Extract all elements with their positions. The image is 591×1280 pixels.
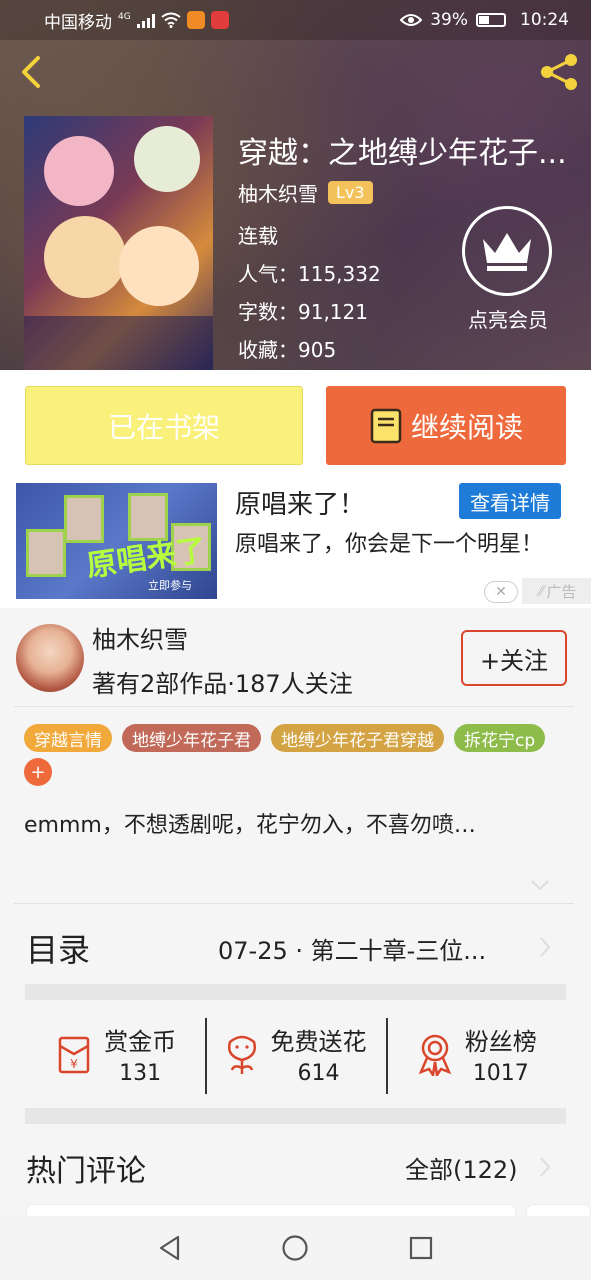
stat-value: 131 [119, 1061, 162, 1086]
add-tag-button[interactable]: + [24, 758, 52, 786]
tag-list: 穿越言情 地缚少年花子君 地缚少年花子君穿越 拆花宁cp + [24, 724, 564, 786]
stats-row: ¥ 赏金币 131 免费送花 614 粉丝榜 1017 [25, 1014, 566, 1094]
action-bar: 已在书架 继续阅读 [0, 370, 591, 478]
nav-recents-icon[interactable] [407, 1234, 435, 1262]
chevron-down-icon[interactable] [530, 878, 550, 892]
divider [14, 706, 574, 707]
wifi-icon [161, 12, 181, 28]
stat-label: 免费送花 [270, 1028, 367, 1056]
hot-comments-header: 热门评论 全部(122) [0, 1140, 591, 1200]
in-shelf-label: 已在书架 [107, 410, 220, 444]
ad-title: 原唱来了！ [235, 490, 366, 520]
author-stats: 著有2部作品·187人关注 [92, 670, 353, 698]
book-word-count: 字数：91,121 [238, 300, 368, 324]
hot-comments-title: 热门评论 [26, 1154, 146, 1189]
ad-image[interactable]: 原唱来了 立即参与 [16, 483, 217, 599]
stat-label: 粉丝榜 [464, 1028, 537, 1056]
back-arrow-icon[interactable] [16, 52, 48, 92]
ad-badge: ⫽ 广告 [522, 578, 591, 604]
top-nav [0, 48, 591, 96]
in-shelf-button[interactable]: 已在书架 [25, 386, 303, 465]
author-name[interactable]: 柚木织雪 [92, 620, 188, 655]
book-favorites: 收藏：905 [238, 338, 337, 362]
toc-label: 目录 [26, 931, 91, 969]
status-bar: 中国移动 4G 39% 10:24 [0, 0, 591, 40]
level-badge: Lv3 [328, 181, 373, 204]
stat-value: 614 [297, 1061, 340, 1086]
book-author-line: 柚木织雪 Lv3 [238, 178, 373, 207]
ad-image-sub: 立即参与 [148, 579, 192, 592]
continue-reading-label: 继续阅读 [410, 410, 523, 444]
battery-percent: 39% [430, 10, 468, 30]
divider [14, 903, 574, 904]
medal-icon [418, 1034, 452, 1076]
tag-chip[interactable]: 地缚少年花子君穿越 [271, 724, 444, 752]
nav-back-icon[interactable] [156, 1234, 184, 1262]
tag-chip[interactable]: 穿越言情 [24, 724, 112, 752]
book-cover[interactable] [24, 116, 213, 370]
ad-banner[interactable]: 原唱来了 立即参与 原唱来了！ 查看详情 原唱来了，你会是下一个明星！ ✕ ⫽ 广… [0, 478, 591, 608]
ad-description: 原唱来了，你会是下一个明星！ [235, 532, 544, 557]
stat-value: 1017 [472, 1061, 529, 1086]
section-divider [25, 984, 566, 1000]
chevron-right-icon [540, 937, 551, 957]
book-title: 穿越：之地缚少年花子... [238, 136, 567, 171]
vip-label[interactable]: 点亮会员 [448, 304, 568, 333]
vip-button[interactable] [462, 206, 552, 296]
fan-ranking-button[interactable]: 粉丝榜 1017 [385, 1014, 566, 1094]
share-icon[interactable] [537, 50, 581, 94]
coin-envelope-icon: ¥ [58, 1036, 90, 1074]
signal-icon [136, 12, 155, 28]
svg-text:¥: ¥ [70, 1057, 78, 1071]
avatar[interactable] [16, 624, 84, 692]
table-of-contents-row[interactable]: 目录 07-25 · 第二十章-三位... [0, 905, 591, 985]
nav-home-icon[interactable] [281, 1234, 309, 1262]
music-app-icon [210, 11, 229, 29]
follow-button[interactable]: +关注 [461, 630, 567, 686]
book-author[interactable]: 柚木织雪 [238, 178, 318, 207]
book-icon [370, 408, 402, 443]
continue-reading-button[interactable]: 继续阅读 [326, 386, 566, 465]
video-app-icon [186, 11, 205, 29]
tag-chip[interactable]: 拆花宁cp [454, 724, 546, 752]
clock: 10:24 [520, 10, 569, 30]
flower-icon [228, 1035, 257, 1074]
reward-coins-button[interactable]: ¥ 赏金币 131 [25, 1014, 205, 1094]
author-card[interactable]: 柚木织雪 著有2部作品·187人关注 +关注 [0, 612, 591, 708]
system-nav-bar [0, 1216, 591, 1280]
book-popularity: 人气：115,332 [238, 262, 381, 286]
stat-label: 赏金币 [104, 1028, 177, 1056]
tag-chip[interactable]: 地缚少年花子君 [122, 724, 261, 752]
book-status: 连载 [238, 224, 278, 248]
battery-icon [476, 13, 506, 27]
network-type: 4G [118, 11, 131, 22]
crown-icon [483, 233, 531, 271]
chevron-right-icon[interactable] [538, 1156, 552, 1178]
ad-close-icon[interactable]: ✕ [484, 581, 518, 603]
ad-details-button[interactable]: 查看详情 [459, 483, 561, 519]
carrier-name: 中国移动 [44, 12, 112, 33]
free-flower-button[interactable]: 免费送花 614 [205, 1014, 385, 1094]
section-divider [25, 1108, 566, 1124]
book-intro[interactable]: emmm，不想透剧呢，花宁勿入，不喜勿喷… [24, 810, 569, 842]
eye-icon [400, 14, 423, 26]
latest-chapter: 07-25 · 第二十章-三位... [218, 937, 487, 965]
all-comments-link[interactable]: 全部(122) [405, 1150, 518, 1185]
